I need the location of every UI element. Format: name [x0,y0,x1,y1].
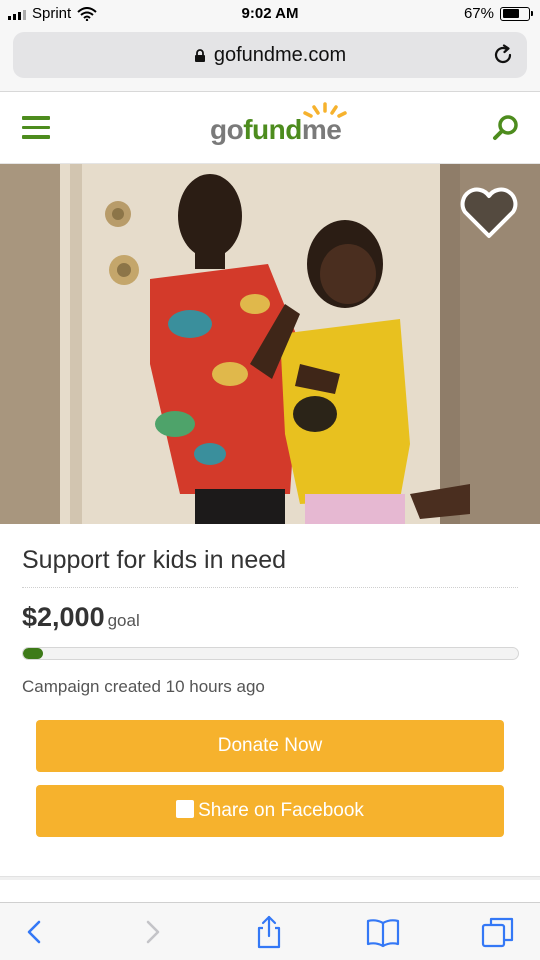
facebook-icon [176,769,195,821]
reload-icon[interactable] [491,43,515,67]
title-divider [22,587,518,588]
back-arrow-icon[interactable] [18,915,52,949]
tabs-icon[interactable] [481,915,515,949]
campaign-created-text: Campaign created 10 hours ago [22,677,265,696]
campaign-title: Support for kids in need [22,546,287,574]
hamburger-menu-icon[interactable] [22,116,50,140]
clock: 9:02 AM [241,5,299,22]
battery-fill [502,9,520,18]
forward-arrow-icon[interactable] [135,915,169,949]
funding-progress-fill [23,648,43,659]
search-icon[interactable] [492,114,520,142]
goal-row: $2,000 goal [22,602,140,633]
url-display[interactable]: gofundme.com [13,44,527,67]
gofundme-logo[interactable]: gofundme [210,102,347,146]
donate-now-button[interactable]: Donate Now [36,720,504,772]
logo-fund: fund [243,114,302,145]
address-bar[interactable]: gofundme.com [13,32,527,78]
donate-now-label: Donate Now [217,735,323,756]
goal-label: goal [107,611,140,630]
site-header: gofundme [0,92,540,164]
share-facebook-label: Share on Facebook [198,800,364,821]
goal-amount: $2,000 [22,602,105,632]
section-separator [0,876,540,880]
status-right: 67% [463,5,533,22]
battery-icon [500,6,533,21]
campaign-photo [0,164,540,524]
bookmarks-icon[interactable] [366,915,400,949]
share-icon[interactable] [252,915,286,949]
browser-toolbar [0,902,540,960]
funding-progress-bar [22,647,519,660]
status-bar: Sprint 9:02 AM 67% [0,0,540,30]
battery-percent: 67% [463,5,494,22]
url-text: gofundme.com [213,44,347,66]
logo-go: go [210,114,244,145]
browser-top-bar: gofundme.com [0,30,540,92]
logo-sun-rays-icon [303,102,347,118]
lock-icon [194,49,205,62]
favorite-heart-icon[interactable] [458,184,520,240]
share-on-facebook-button[interactable]: Share on Facebook [36,769,504,837]
